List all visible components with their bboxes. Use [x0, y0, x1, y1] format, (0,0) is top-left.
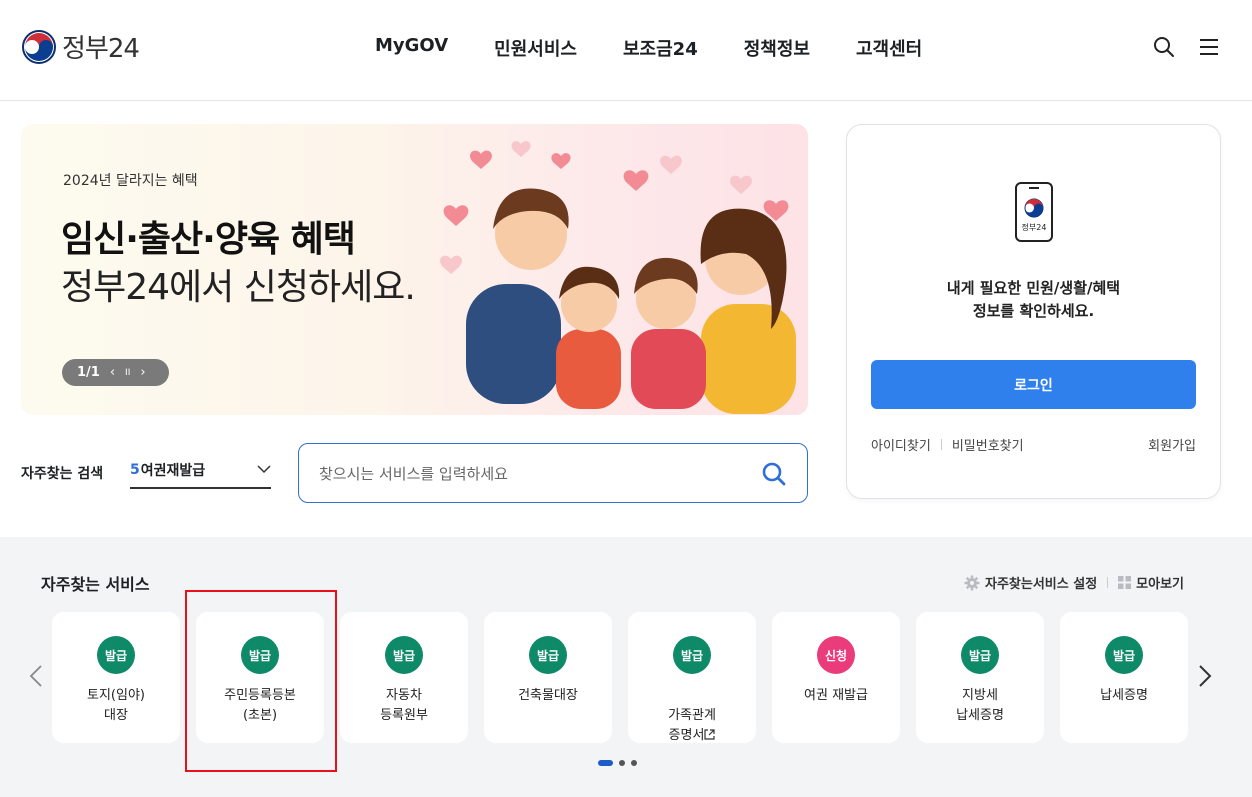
- login-button[interactable]: 로그인: [871, 360, 1196, 409]
- frequent-services-section: 자주찾는 서비스 자주찾는서비스 설정 모아보기 발급 토지(임야) 대장 발급…: [0, 537, 1252, 797]
- logo[interactable]: 정부24: [22, 28, 140, 65]
- services-settings-button[interactable]: 자주찾는서비스 설정: [964, 573, 1097, 592]
- issue-badge: 발급: [673, 636, 711, 674]
- services-tools: 자주찾는서비스 설정 모아보기: [964, 573, 1184, 592]
- issue-badge: 발급: [385, 636, 423, 674]
- service-label: 가족관계 증명서: [628, 686, 756, 746]
- issue-badge: 발급: [961, 636, 999, 674]
- service-label: 토지(임야) 대장: [87, 688, 145, 723]
- family-illustration: [440, 141, 796, 414]
- banner-prev-button[interactable]: ‹: [110, 365, 115, 380]
- service-card-passport-reissue[interactable]: 신청 여권 재발급: [772, 612, 900, 743]
- keyword-rank: 5: [130, 461, 140, 478]
- services-title: 자주찾는 서비스: [41, 575, 150, 594]
- site-header: 정부24 MyGOV 민원서비스 보조금24 정책정보 고객센터: [0, 0, 1252, 101]
- apply-badge: 신청: [817, 636, 855, 674]
- banner-subtitle: 2024년 달라지는 혜택: [63, 173, 198, 189]
- banner-next-button[interactable]: ›: [140, 365, 145, 380]
- mobile-app-icon: [1015, 182, 1053, 242]
- service-label: 주민등록등본 (초본): [224, 688, 296, 723]
- issue-badge: 발급: [241, 636, 279, 674]
- nav-policy-info[interactable]: 정책정보: [721, 35, 833, 61]
- grid-icon: [1118, 576, 1132, 589]
- phone-label: 정부24: [1022, 222, 1047, 232]
- divider: [1107, 577, 1109, 588]
- issue-badge: 발급: [529, 636, 567, 674]
- hamburger-menu-icon[interactable]: [1198, 36, 1220, 58]
- search-icon[interactable]: [1153, 36, 1175, 58]
- banner-pause-button[interactable]: II: [125, 368, 130, 378]
- banner-counter: 1/1: [77, 365, 100, 380]
- service-card-resident-registration[interactable]: 발급 주민등록등본 (초본): [196, 612, 324, 743]
- pagination-dot-2[interactable]: [619, 760, 625, 766]
- service-card-local-tax-certificate[interactable]: 발급 지방세 납세증명: [916, 612, 1044, 743]
- service-card-vehicle-register[interactable]: 발급 자동차 등록원부: [340, 612, 468, 743]
- service-label: 자동차 등록원부: [380, 688, 428, 723]
- issue-badge: 발급: [1105, 636, 1143, 674]
- service-label: 지방세 납세증명: [956, 688, 1004, 723]
- search-input[interactable]: [319, 462, 739, 486]
- issue-badge: 발급: [97, 636, 135, 674]
- service-card-building-register[interactable]: 발급 건축물대장: [484, 612, 612, 743]
- service-label: 납세증명: [1100, 688, 1148, 703]
- promo-banner[interactable]: 2024년 달라지는 혜택 임신·출산·양육 혜택 정부24에서 신청하세요. …: [21, 124, 808, 415]
- banner-title: 임신·출산·양육 혜택: [61, 219, 356, 260]
- service-card-tax-certificate[interactable]: 발급 납세증명: [1060, 612, 1188, 743]
- chevron-right-icon[interactable]: [1198, 664, 1212, 688]
- login-links: 아이디찾기 비밀번호찾기: [871, 435, 1024, 454]
- carousel-pagination: [598, 760, 637, 766]
- view-all-button[interactable]: 모아보기: [1118, 573, 1184, 592]
- login-message-line2: 정보를 확인하세요.: [972, 302, 1095, 320]
- signup-link[interactable]: 회원가입: [1148, 435, 1196, 454]
- banner-title-line2: 정부24에서 신청하세요.: [61, 267, 416, 308]
- nav-customer-center[interactable]: 고객센터: [833, 35, 945, 61]
- svg-text:정부24: 정부24: [1022, 222, 1047, 232]
- chevron-left-icon[interactable]: [29, 664, 43, 688]
- pagination-dot-3[interactable]: [631, 760, 637, 766]
- services-settings-label: 자주찾는서비스 설정: [984, 577, 1098, 592]
- login-panel: 정부24 내게 필요한 민원/생활/혜택 정보를 확인하세요. 로그인 아이디찾…: [846, 124, 1221, 499]
- frequent-search-label: 자주찾는 검색: [21, 466, 104, 482]
- find-password-link[interactable]: 비밀번호찾기: [952, 435, 1024, 454]
- service-label: 여권 재발급: [804, 688, 868, 703]
- find-id-link[interactable]: 아이디찾기: [871, 435, 931, 454]
- service-card-land-register[interactable]: 발급 토지(임야) 대장: [52, 612, 180, 743]
- divider: [940, 439, 942, 450]
- keyword-text: 여권재발급: [140, 462, 206, 479]
- login-message-line1: 내게 필요한 민원/생활/혜택: [946, 279, 1121, 297]
- frequent-keyword-select[interactable]: 5 여권재발급: [130, 452, 271, 489]
- search-submit-icon[interactable]: [761, 461, 787, 487]
- chevron-down-icon: [257, 465, 271, 474]
- nav-civil-service[interactable]: 민원서비스: [471, 35, 600, 61]
- nav-subsidy24[interactable]: 보조금24: [600, 35, 721, 61]
- main-nav: MyGOV 민원서비스 보조금24 정책정보 고객센터: [352, 35, 945, 61]
- nav-mygov[interactable]: MyGOV: [352, 35, 471, 61]
- taegeuk-logo-icon: [22, 29, 56, 64]
- banner-controls: 1/1 ‹ II ›: [62, 359, 169, 386]
- logo-text: 정부24: [62, 34, 140, 64]
- gear-icon: [964, 575, 980, 590]
- service-label: 건축물대장: [518, 688, 578, 703]
- login-message: 내게 필요한 민원/생활/혜택 정보를 확인하세요.: [847, 277, 1220, 323]
- search-box: [298, 443, 808, 503]
- service-cards: 발급 토지(임야) 대장 발급 주민등록등본 (초본) 발급 자동차 등록원부 …: [52, 612, 1188, 743]
- view-all-label: 모아보기: [1136, 577, 1184, 592]
- service-card-family-certificate[interactable]: 발급 가족관계 증명서: [628, 612, 756, 743]
- external-link-icon: [704, 729, 716, 740]
- pagination-dot-1[interactable]: [598, 760, 613, 766]
